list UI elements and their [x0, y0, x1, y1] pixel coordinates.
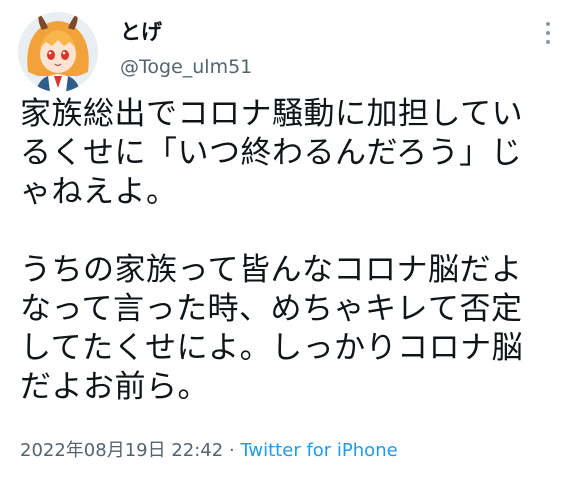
tweet-text-line: してたくせによ。しっかりコロナ脳 [20, 330, 524, 366]
tweet-timestamp[interactable]: 2022年08月19日 22:42 [20, 440, 223, 461]
tweet-text-line: 家族総出でコロナ騒動に加担してい [20, 96, 524, 132]
tweet-text-line: なって言った時、めちゃキレて否定 [20, 291, 523, 327]
user-handle[interactable]: @Toge_ulm51 [120, 54, 252, 80]
tweet-text-line [20, 212, 568, 251]
tweet-meta: 2022年08月19日 22:42 · Twitter for iPhone [20, 438, 398, 464]
tweet-text: 家族総出でコロナ騒動に加担してい るくせに「いつ終わるんだろう」じ ゃねえよ。 … [20, 95, 568, 407]
tweet-source-link[interactable]: Twitter for iPhone [240, 440, 397, 461]
tweet-card: とげ @Toge_ulm51 家族総出でコロナ騒動に加担してい るくせに「いつ終… [0, 0, 578, 480]
tweet-text-line: るくせに「いつ終わるんだろう」じ [20, 135, 523, 171]
display-name[interactable]: とげ [120, 18, 162, 46]
tweet-text-line: ゃねえよ。 [20, 174, 178, 210]
tweet-text-line: うちの家族って皆んなコロナ脳だよ [20, 252, 523, 288]
avatar-anime-girl-icon [18, 12, 98, 92]
tweet-text-line: だよお前ら。 [20, 369, 209, 405]
more-vertical-icon[interactable] [540, 22, 556, 56]
meta-separator: · [223, 440, 241, 461]
avatar[interactable] [18, 12, 98, 92]
